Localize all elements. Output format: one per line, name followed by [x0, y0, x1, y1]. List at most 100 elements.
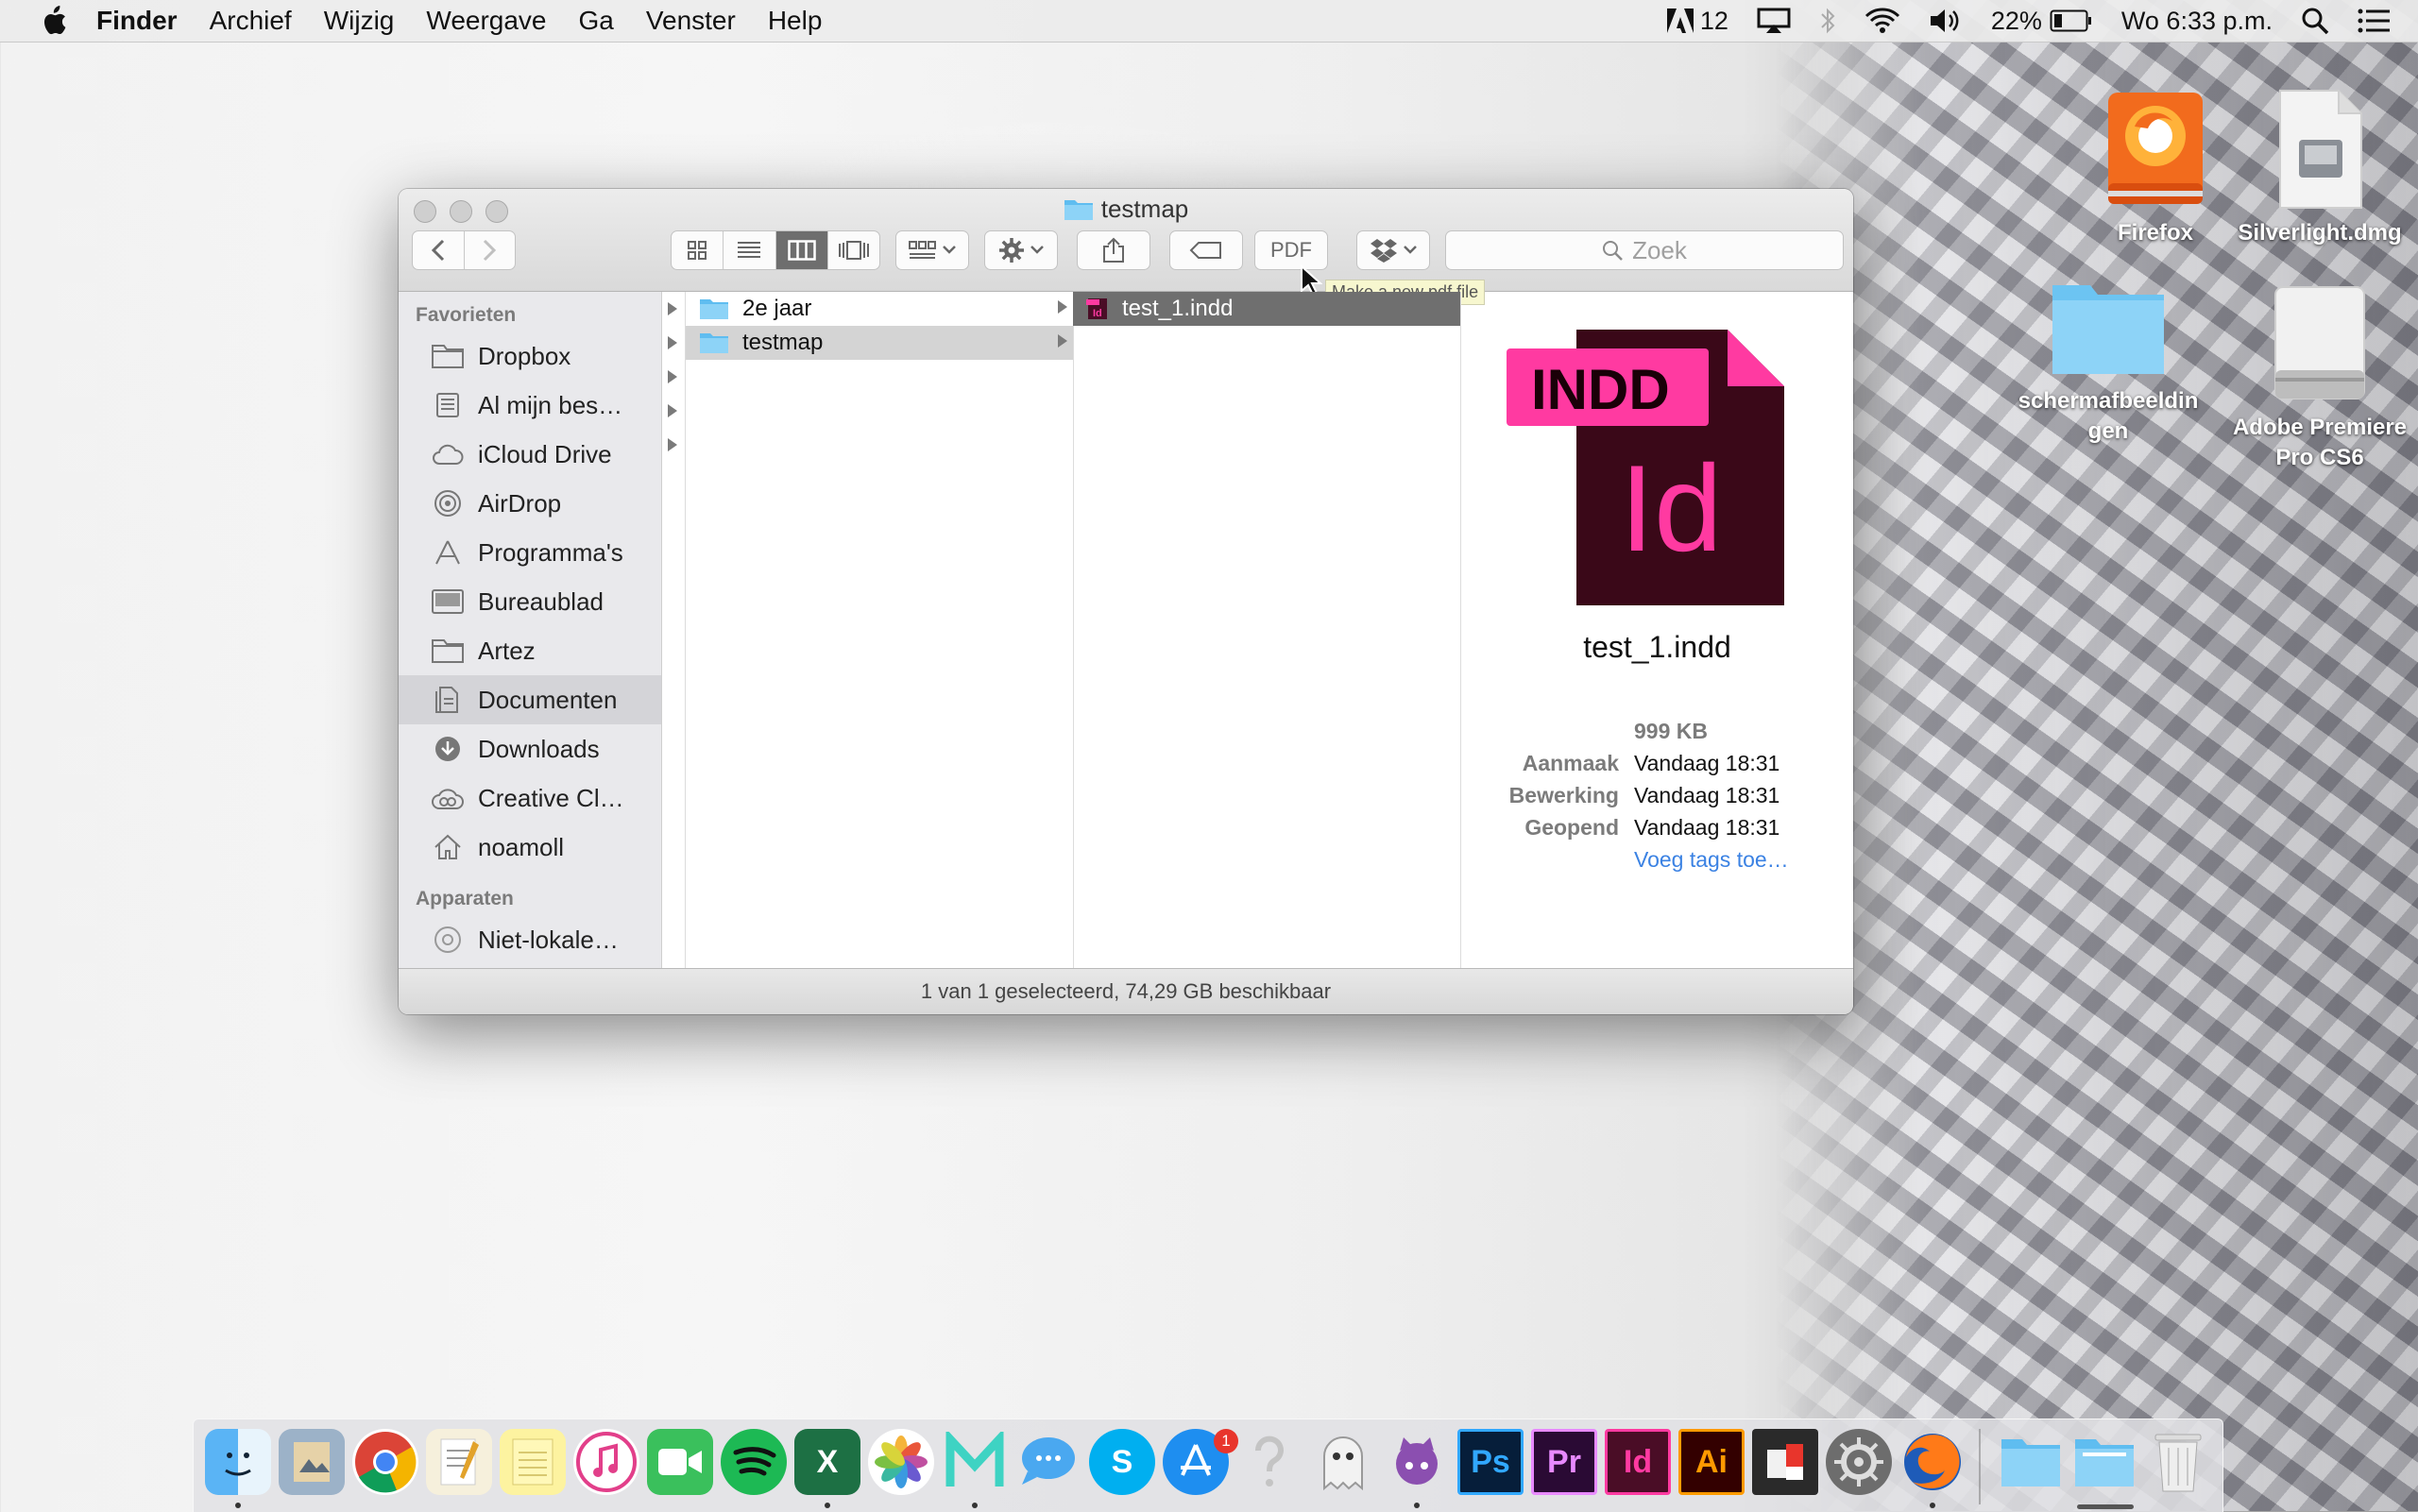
airplay-icon[interactable] [1757, 8, 1791, 34]
dock-preview[interactable] [279, 1429, 345, 1495]
wifi-icon[interactable] [1865, 8, 1900, 34]
sidebar-item-artez[interactable]: Artez [399, 626, 661, 675]
menu-finder[interactable]: Finder [96, 6, 178, 36]
share-button[interactable] [1077, 230, 1150, 270]
tags-button[interactable] [1169, 230, 1243, 270]
desktop-firefox[interactable]: Firefox [2061, 89, 2250, 248]
search-placeholder: Zoek [1632, 235, 1687, 264]
back-button[interactable] [413, 231, 465, 269]
sidebar-item-desktop[interactable]: Bureaublad [399, 577, 661, 626]
dock-unknown-app[interactable] [1236, 1429, 1303, 1495]
bluetooth-icon[interactable] [1819, 7, 1836, 35]
battery-status[interactable]: 22% [1991, 7, 2093, 36]
dock-trash[interactable] [2145, 1429, 2211, 1495]
dock-m-app[interactable] [942, 1429, 1008, 1495]
sidebar-item-remote-disc[interactable]: Niet-lokale… [399, 915, 661, 964]
arrange-button[interactable] [895, 230, 969, 270]
dock-photoshop[interactable]: Ps [1457, 1429, 1524, 1495]
sidebar-item-applications[interactable]: Programma's [399, 528, 661, 577]
sidebar-item-icloud-drive[interactable]: iCloud Drive [399, 430, 661, 479]
dock-system-preferences[interactable] [1826, 1429, 1892, 1495]
menu-venster[interactable]: Venster [646, 6, 736, 36]
dock-excel[interactable]: X [794, 1429, 860, 1495]
search-field[interactable]: Zoek [1445, 230, 1844, 270]
dock-applications-folder[interactable] [1998, 1429, 2064, 1495]
dock-illustrator[interactable]: Ai [1678, 1429, 1745, 1495]
github-octocat-icon [1396, 1437, 1438, 1485]
created-value: Vandaag 18:31 [1634, 751, 1780, 775]
desktop-silverlight[interactable]: Silverlight.dmg [2225, 89, 2414, 248]
folder-icon [2052, 285, 2164, 374]
dock-ghost-app[interactable] [1310, 1429, 1376, 1495]
dock-github[interactable] [1384, 1429, 1450, 1495]
dock-photos[interactable] [868, 1429, 934, 1495]
sidebar-item-documents[interactable]: Documenten [399, 675, 661, 724]
preview-filename: test_1.indd [1583, 630, 1731, 664]
file-size: 999 KB [1634, 719, 1708, 743]
trash-icon [2154, 1434, 2202, 1492]
sidebar-item-downloads[interactable]: Downloads [399, 724, 661, 773]
dock-downloads-stack[interactable] [2071, 1429, 2137, 1495]
list-item-test-1-indd[interactable]: Id test_1.indd [1073, 292, 1460, 326]
dock-facetime[interactable] [647, 1429, 713, 1495]
menu-archief[interactable]: Archief [210, 6, 292, 36]
menu-help[interactable]: Help [768, 6, 823, 36]
volume-icon[interactable] [1929, 8, 1963, 34]
icon-view-button[interactable] [672, 231, 724, 269]
spotlight-icon[interactable] [2301, 7, 2329, 35]
dock-chrome[interactable] [352, 1429, 418, 1495]
sidebar: Favorieten Dropbox Al mijn bes… iCloud D… [399, 292, 662, 968]
desktop-icon [431, 587, 465, 616]
desktop-label-screenshots: schermafbeeldin gen [2018, 388, 2199, 444]
dropbox-button[interactable] [1356, 230, 1430, 270]
menu-ga[interactable]: Ga [579, 6, 614, 36]
notification-center-icon[interactable] [2358, 8, 2390, 33]
add-tags-link[interactable]: Voeg tags toe… [1634, 847, 1789, 879]
list-item-testmap[interactable]: testmap [686, 326, 1073, 360]
dock-unarchiver[interactable] [1752, 1429, 1818, 1495]
dock-skype[interactable]: S [1089, 1429, 1155, 1495]
sidebar-item-home[interactable]: noamoll [399, 823, 661, 872]
dock-premiere[interactable]: Pr [1531, 1429, 1597, 1495]
action-button[interactable] [984, 230, 1058, 270]
list-item-2e-jaar[interactable]: 2e jaar [686, 292, 1073, 326]
coverflow-view-button[interactable] [828, 231, 879, 269]
desktop-screenshots-folder[interactable]: schermafbeeldin gen [2014, 276, 2203, 447]
battery-percent: 22% [1990, 6, 2042, 35]
dock-firefox[interactable] [1899, 1429, 1966, 1495]
running-indicator [825, 1503, 830, 1508]
list-view-button[interactable] [724, 231, 776, 269]
svg-text:Id: Id [1093, 308, 1102, 319]
running-indicator [972, 1503, 978, 1508]
forward-button[interactable] [465, 231, 516, 269]
photos-icon [875, 1436, 928, 1488]
dock-finder[interactable] [205, 1429, 271, 1495]
sidebar-item-all-files[interactable]: Al mijn bes… [399, 381, 661, 430]
sidebar-item-dropbox[interactable]: Dropbox [399, 331, 661, 381]
apple-icon[interactable] [38, 5, 68, 37]
sidebar-item-label: Bureaublad [478, 586, 604, 616]
dock-active-bar [2077, 1504, 2134, 1509]
dock-itunes[interactable] [573, 1429, 639, 1495]
desktop-premiere-volume[interactable]: Adobe Premiere Pro CS6 [2225, 283, 2414, 473]
menu-weergave[interactable]: Weergave [426, 6, 546, 36]
column-view-button[interactable] [775, 231, 828, 269]
preview-badge-text: INDD [1531, 358, 1670, 421]
dock-indesign[interactable]: Id [1605, 1429, 1671, 1495]
sidebar-item-creative-cloud[interactable]: Creative Cl… [399, 773, 661, 823]
dock-notes[interactable] [500, 1429, 566, 1495]
dock-messages[interactable] [1015, 1429, 1081, 1495]
grid-icon [688, 241, 707, 260]
menu-wijzig[interactable]: Wijzig [324, 6, 395, 36]
dock-textedit[interactable] [426, 1429, 492, 1495]
sidebar-item-airdrop[interactable]: AirDrop [399, 479, 661, 528]
adobe-menu[interactable]: 12 [1666, 7, 1728, 36]
folder-icon [700, 333, 728, 353]
sidebar-item-label: Niet-lokale… [478, 925, 619, 954]
sidebar-header-devices: Apparaten [416, 888, 514, 909]
gear-icon [999, 238, 1024, 263]
dock-spotify[interactable] [721, 1429, 787, 1495]
share-icon [1103, 237, 1124, 263]
preview-metadata: 999 KB Aanmaak Vandaag 18:31 Bewerking Van… [1461, 719, 1853, 879]
clock[interactable]: Wo 6:33 p.m. [2121, 7, 2273, 36]
